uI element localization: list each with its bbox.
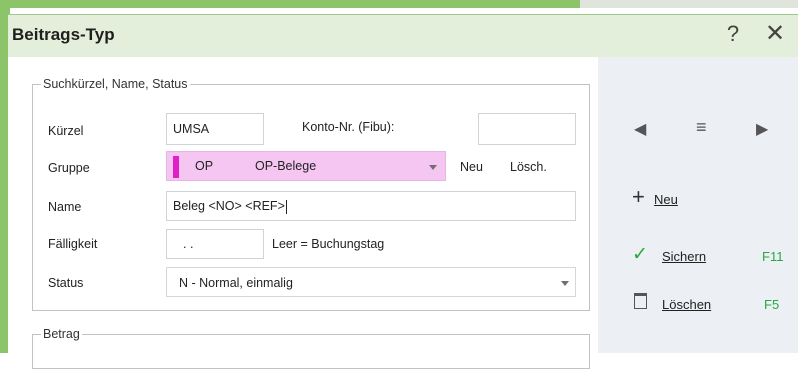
gruppe-label: Gruppe <box>48 161 90 175</box>
betrag-legend: Betrag <box>43 327 80 341</box>
status-label: Status <box>48 276 84 290</box>
save-shortcut: F11 <box>762 249 784 264</box>
name-input[interactable]: Beleg <NO> <REF> <box>166 191 576 221</box>
save-button[interactable]: ✓ Sichern F11 <box>632 244 792 271</box>
action-sidebar: ◀ ≡ ▶ + Neu ✓ Sichern F11 Löschen F5 <box>598 57 798 353</box>
trash-icon <box>634 293 647 309</box>
status-value: N - Normal, einmalig <box>179 276 293 290</box>
faelligkeit-input[interactable]: . . <box>166 229 264 259</box>
gruppe-delete-button[interactable]: Lösch. <box>510 160 547 174</box>
kuerzel-label: Kürzel <box>48 124 84 138</box>
dialog-window: Beitrags-Typ ? ✕ Suchkürzel, Name, Statu… <box>0 14 798 369</box>
betrag-group: Betrag <box>32 327 590 369</box>
chevron-down-icon <box>561 281 569 286</box>
save-label: Sichern <box>662 249 707 264</box>
kuerzel-input[interactable]: UMSA <box>166 113 264 145</box>
konto-label: Konto-Nr. (Fibu): <box>302 120 395 134</box>
name-label: Name <box>48 200 82 214</box>
close-button[interactable]: ✕ <box>760 19 790 48</box>
faelligkeit-hint: Leer = Buchungstag <box>272 237 385 251</box>
chevron-down-icon <box>429 165 437 170</box>
gruppe-name: OP-Belege <box>255 159 317 173</box>
text-cursor <box>285 199 287 214</box>
suchkuerzel-legend: Suchkürzel, Name, Status <box>43 77 188 91</box>
konto-input[interactable] <box>478 113 576 145</box>
delete-label: Löschen <box>662 297 712 312</box>
nav-menu-button[interactable]: ≡ <box>696 117 707 138</box>
gruppe-color-swatch <box>173 156 179 178</box>
faelligkeit-label: Fälligkeit <box>48 237 98 251</box>
delete-button[interactable]: Löschen F5 <box>632 293 792 319</box>
status-select[interactable]: N - Normal, einmalig <box>166 267 576 297</box>
gruppe-new-button[interactable]: Neu <box>460 160 483 174</box>
new-label: Neu <box>654 192 678 207</box>
checkmark-icon: ✓ <box>632 244 648 265</box>
window-title: Beitrags-Typ <box>12 25 115 44</box>
delete-shortcut: F5 <box>764 297 780 312</box>
nav-prev-button[interactable]: ◀ <box>634 119 646 139</box>
gruppe-code: OP <box>195 159 214 173</box>
nav-next-button[interactable]: ▶ <box>756 119 768 139</box>
help-button[interactable]: ? <box>720 21 746 47</box>
new-button[interactable]: + Neu <box>632 184 792 214</box>
title-bar: Beitrags-Typ ? ✕ <box>8 14 798 58</box>
form-area: Suchkürzel, Name, Status Kürzel UMSA Kon… <box>8 57 598 369</box>
plus-icon: + <box>632 184 645 209</box>
gruppe-select[interactable]: OP OP-Belege <box>166 151 446 181</box>
name-value: Beleg <NO> <REF> <box>173 199 285 213</box>
